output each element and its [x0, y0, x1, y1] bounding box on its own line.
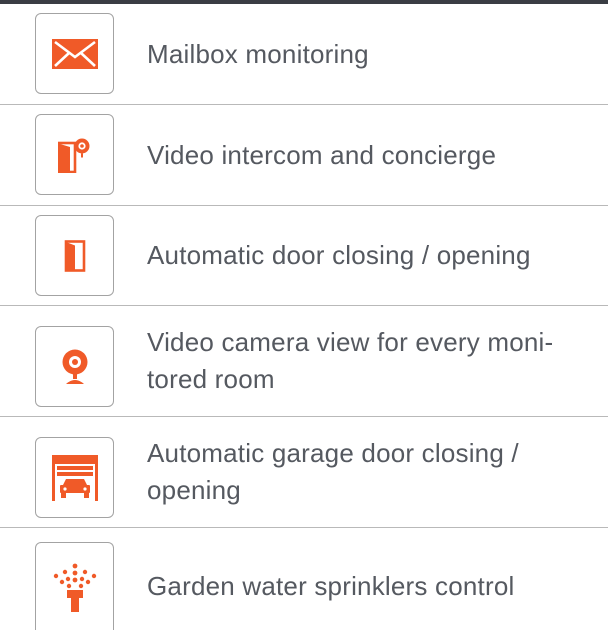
- feature-row-mailbox: Mailbox monitoring: [0, 4, 608, 105]
- icon-frame: [35, 114, 114, 195]
- feature-row-sprinklers: Garden water sprinklers control: [0, 528, 608, 630]
- icon-frame: [35, 326, 114, 407]
- feature-row-garage: Automatic garage door closing / opening: [0, 417, 608, 528]
- feature-label: Video intercom and concierge: [147, 139, 497, 170]
- feature-row-intercom: Video intercom and concierge: [0, 105, 608, 206]
- garage-car-icon: [51, 454, 98, 501]
- feature-row-camera: Video camera view for every moni-tored r…: [0, 306, 608, 417]
- icon-frame: [35, 542, 114, 630]
- feature-label: Garden water sprinklers control: [147, 570, 515, 601]
- feature-label: Mailbox monitoring: [147, 38, 369, 69]
- envelope-icon: [51, 38, 98, 69]
- feature-row-door: Automatic door closing / opening: [0, 206, 608, 306]
- icon-frame: [35, 215, 114, 296]
- intercom-door-icon: [57, 138, 89, 173]
- icon-frame: [35, 13, 114, 94]
- icon-frame: [35, 437, 114, 518]
- feature-label: Automatic garage door closing / opening: [147, 438, 519, 505]
- door-icon: [64, 239, 85, 272]
- feature-label: Automatic door closing / opening: [147, 240, 531, 270]
- webcam-icon: [62, 349, 87, 384]
- sprinkler-icon: [53, 563, 96, 612]
- feature-list: Mailbox monitoring Video intercom and co…: [0, 4, 608, 630]
- feature-label: Video camera view for every moni-tored r…: [147, 327, 554, 394]
